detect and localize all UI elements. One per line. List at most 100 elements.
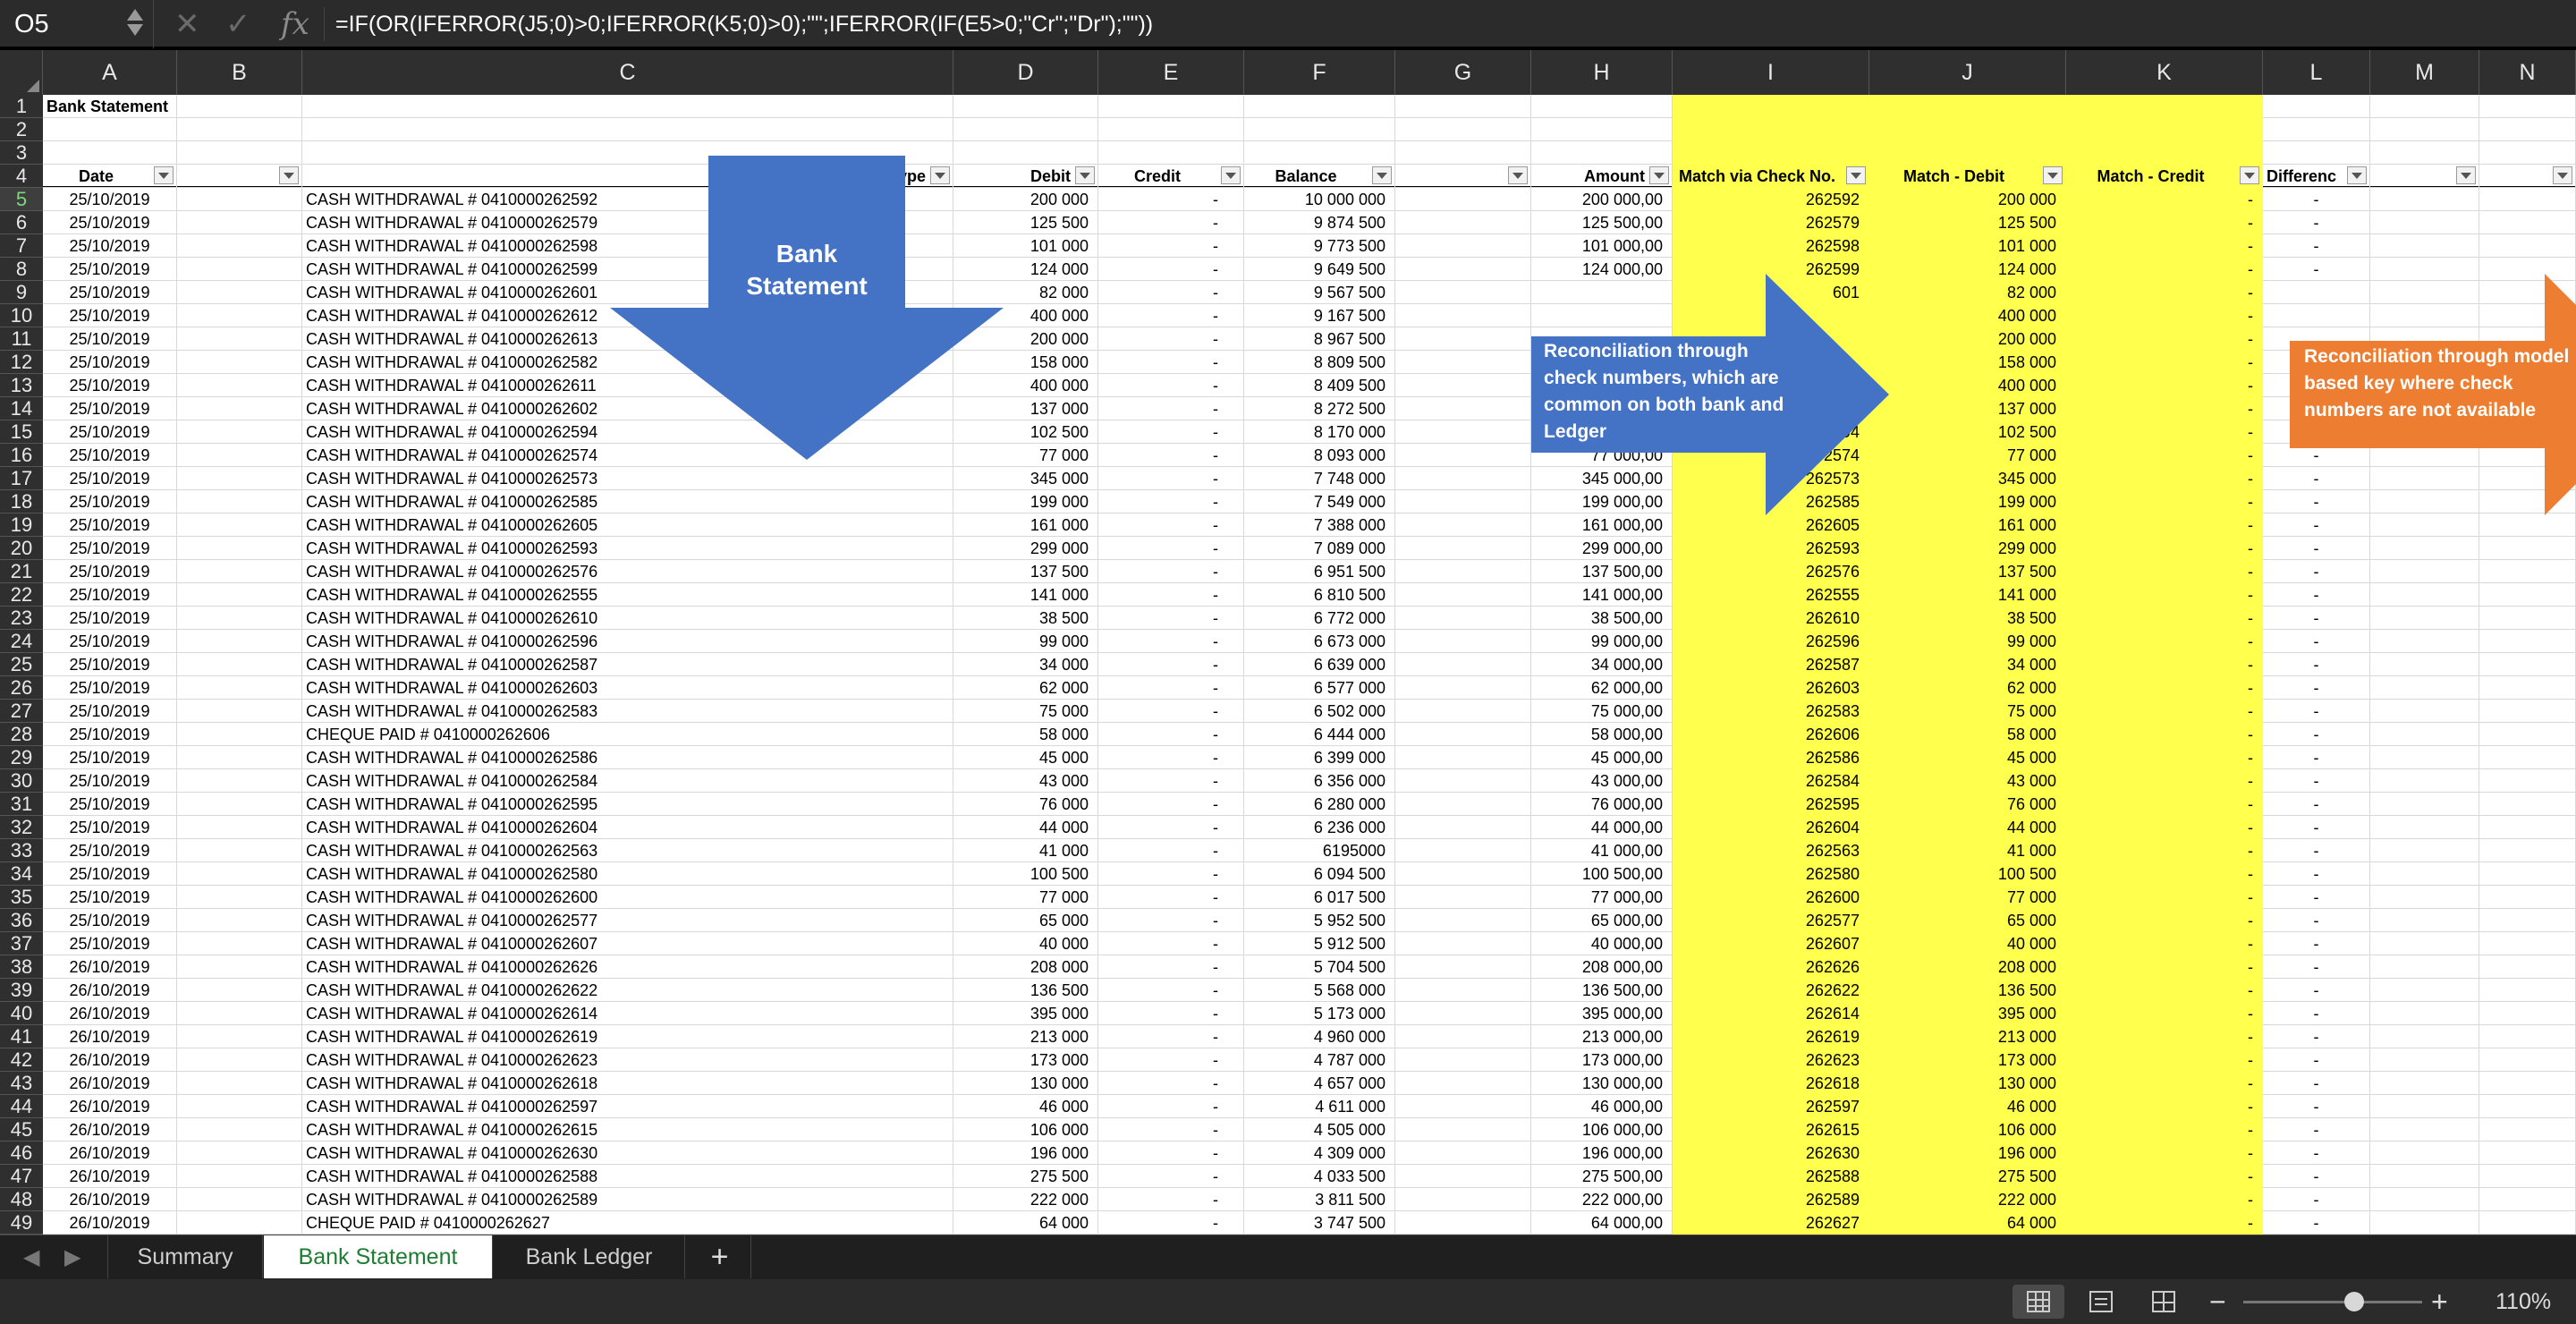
cell[interactable]: - <box>2066 1188 2263 1211</box>
cell[interactable]: CHEQUE PAID # 0410000262627 <box>302 1211 953 1235</box>
column-header-k[interactable]: K <box>2066 50 2263 95</box>
row-header[interactable]: 15 <box>0 420 43 444</box>
cell[interactable]: 8 093 000 <box>1244 444 1395 467</box>
cell[interactable]: - <box>2066 560 2263 583</box>
cell[interactable]: 262610 <box>1673 607 1869 630</box>
cell[interactable]: 161 000 <box>1869 513 2066 537</box>
cell[interactable]: 262592 <box>1673 188 1869 211</box>
cell[interactable]: 102 500 <box>1869 420 2066 444</box>
cell[interactable]: CASH WITHDRAWAL # 0410000262563 <box>302 839 953 862</box>
cell[interactable] <box>2479 932 2576 955</box>
cell[interactable] <box>177 1095 302 1118</box>
cell[interactable] <box>1098 141 1244 165</box>
cell[interactable]: - <box>1098 746 1244 769</box>
cell[interactable] <box>2479 886 2576 909</box>
cell[interactable]: - <box>1098 351 1244 374</box>
cell[interactable]: 77 000 <box>953 886 1098 909</box>
cell[interactable]: 5 952 500 <box>1244 909 1395 932</box>
cell[interactable]: 222 000 <box>953 1188 1098 1211</box>
cell[interactable]: 8 170 000 <box>1244 420 1395 444</box>
cell[interactable]: - <box>2263 537 2370 560</box>
cell[interactable] <box>2066 118 2263 141</box>
cell[interactable] <box>1395 490 1531 513</box>
cell[interactable] <box>1395 1072 1531 1095</box>
cell[interactable]: 4 960 000 <box>1244 1025 1395 1048</box>
column-title-cell[interactable]: Date <box>43 165 177 188</box>
cell[interactable]: 75 000,00 <box>1531 700 1673 723</box>
cell[interactable] <box>177 630 302 653</box>
cell[interactable]: 262618 <box>1673 1072 1869 1095</box>
cell[interactable]: 25/10/2019 <box>43 281 177 304</box>
filter-dropdown-icon[interactable] <box>1221 166 1241 184</box>
cell[interactable]: 75 000 <box>953 700 1098 723</box>
cell[interactable] <box>2479 700 2576 723</box>
cell[interactable]: 77 000 <box>1869 444 2066 467</box>
cell[interactable]: 130 000 <box>953 1072 1098 1095</box>
row-header[interactable]: 34 <box>0 862 43 886</box>
cell[interactable]: 262604 <box>1673 816 1869 839</box>
cell[interactable]: 141 000 <box>1869 583 2066 607</box>
cell[interactable]: - <box>2263 793 2370 816</box>
cell[interactable] <box>1395 467 1531 490</box>
cell[interactable]: - <box>2066 979 2263 1002</box>
cell[interactable]: 137 000 <box>1869 397 2066 420</box>
row-header[interactable]: 17 <box>0 467 43 490</box>
cell[interactable]: - <box>2066 862 2263 886</box>
filter-dropdown-icon[interactable] <box>2347 166 2367 184</box>
cell[interactable] <box>1395 1002 1531 1025</box>
cell[interactable] <box>1673 141 1869 165</box>
cell[interactable]: 400 000 <box>1869 304 2066 327</box>
row-header[interactable]: 23 <box>0 607 43 630</box>
cell[interactable]: 137 500,00 <box>1531 560 1673 583</box>
add-sheet-button[interactable]: + <box>689 1235 751 1278</box>
cell[interactable]: 196 000 <box>953 1142 1098 1165</box>
cell[interactable] <box>2479 1118 2576 1142</box>
cell[interactable] <box>1395 816 1531 839</box>
cell[interactable]: 6 236 000 <box>1244 816 1395 839</box>
cell[interactable]: 25/10/2019 <box>43 211 177 234</box>
cell[interactable] <box>2479 1072 2576 1095</box>
cell[interactable]: 262587 <box>1673 653 1869 676</box>
cell[interactable] <box>1395 513 1531 537</box>
cell[interactable] <box>2370 1211 2479 1235</box>
cell[interactable] <box>2479 630 2576 653</box>
cell[interactable]: - <box>2263 932 2370 955</box>
cell[interactable]: 45 000 <box>1869 746 2066 769</box>
column-title-cell[interactable]: Balance <box>1244 165 1395 188</box>
cell[interactable]: 44 000,00 <box>1531 816 1673 839</box>
row-header[interactable]: 35 <box>0 886 43 909</box>
cell[interactable]: 6 772 000 <box>1244 607 1395 630</box>
cell[interactable] <box>2370 513 2479 537</box>
cell[interactable]: - <box>1098 676 1244 700</box>
cell[interactable]: - <box>1098 513 1244 537</box>
cell[interactable] <box>1395 793 1531 816</box>
cell[interactable] <box>1395 258 1531 281</box>
cell[interactable]: 6 094 500 <box>1244 862 1395 886</box>
cell[interactable]: 136 500 <box>953 979 1098 1002</box>
page-layout-view-button[interactable] <box>2075 1285 2127 1319</box>
cell[interactable]: 76 000 <box>953 793 1098 816</box>
cell[interactable] <box>1395 211 1531 234</box>
cell[interactable]: 40 000 <box>1869 932 2066 955</box>
filter-dropdown-icon[interactable] <box>1372 166 1392 184</box>
cell[interactable]: 100 500,00 <box>1531 862 1673 886</box>
cell[interactable]: 395 000,00 <box>1531 1002 1673 1025</box>
cell[interactable] <box>177 211 302 234</box>
column-title-cell[interactable]: Match via Check No. <box>1673 165 1869 188</box>
cell[interactable]: 25/10/2019 <box>43 746 177 769</box>
cell[interactable]: 199 000 <box>1869 490 2066 513</box>
cell[interactable]: - <box>2066 746 2263 769</box>
filter-dropdown-icon[interactable] <box>2553 166 2572 184</box>
cell[interactable]: - <box>1098 630 1244 653</box>
filter-dropdown-icon[interactable] <box>2043 166 2063 184</box>
cell[interactable] <box>2370 1048 2479 1072</box>
cell[interactable] <box>177 955 302 979</box>
cell[interactable] <box>2479 955 2576 979</box>
cell[interactable]: - <box>2066 1025 2263 1048</box>
cell[interactable] <box>2066 141 2263 165</box>
cell[interactable]: 6 444 000 <box>1244 723 1395 746</box>
cell[interactable]: CASH WITHDRAWAL # 0410000262586 <box>302 746 953 769</box>
row-header[interactable]: 40 <box>0 1002 43 1025</box>
cell[interactable] <box>1395 351 1531 374</box>
cell[interactable] <box>2370 700 2479 723</box>
